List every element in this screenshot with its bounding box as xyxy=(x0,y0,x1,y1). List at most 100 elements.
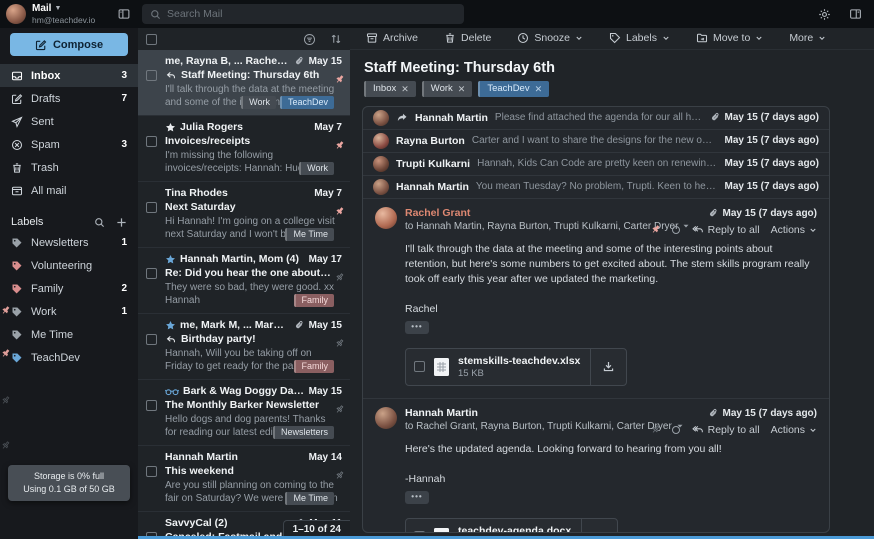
pin-icon[interactable] xyxy=(334,140,345,151)
reading-pane-toggle-icon[interactable] xyxy=(849,8,862,20)
attachment-checkbox[interactable] xyxy=(414,531,425,533)
collapsed-message[interactable]: Hannah MartinPlease find attached the ag… xyxy=(363,107,829,130)
email-checkbox[interactable] xyxy=(146,202,157,213)
download-icon xyxy=(593,530,606,533)
label-chip[interactable]: Newsletters xyxy=(273,426,334,439)
email-row[interactable]: me, Rayna B, ... Rachel G (6)May 15Staff… xyxy=(138,50,350,116)
compose-button[interactable]: Compose xyxy=(10,33,128,56)
sidebar-item-drafts[interactable]: Drafts7 xyxy=(0,87,138,110)
label-chip[interactable]: Work xyxy=(299,162,334,175)
add-label-icon[interactable] xyxy=(116,217,127,228)
drafts-icon xyxy=(11,93,23,105)
label-chip[interactable]: Me Time xyxy=(285,228,334,241)
email-subject: This weekend xyxy=(165,465,342,477)
message-snippet: You mean Tuesday? No problem, Trupti. Ke… xyxy=(476,181,718,192)
pin-icon[interactable] xyxy=(334,404,345,415)
close-icon[interactable]: ✕ xyxy=(535,83,543,95)
email-checkbox[interactable] xyxy=(146,400,157,411)
attachment-checkbox[interactable] xyxy=(414,361,425,372)
label-chip[interactable]: Family xyxy=(294,360,335,373)
show-quoted-text-button[interactable]: ••• xyxy=(405,491,429,504)
sort-icon[interactable] xyxy=(330,33,342,45)
sidebar-label-volunteering[interactable]: Volunteering xyxy=(0,254,138,277)
email-checkbox[interactable] xyxy=(146,466,157,477)
filter-icon[interactable] xyxy=(303,33,316,46)
search-input[interactable] xyxy=(167,8,456,20)
show-quoted-text-button[interactable]: ••• xyxy=(405,321,429,334)
email-checkbox[interactable] xyxy=(146,334,157,345)
pin-icon[interactable] xyxy=(334,338,345,349)
sidebar-item-sent[interactable]: Sent xyxy=(0,110,138,133)
toolbar-archive-button[interactable]: Archive xyxy=(366,32,418,44)
pin-icon[interactable] xyxy=(650,224,661,235)
sidebar-toggle-icon[interactable] xyxy=(118,8,130,20)
email-row[interactable]: Bark & Wag Doggy DaycareMay 15The Monthl… xyxy=(138,380,350,446)
thread-label-chip[interactable]: Work✕ xyxy=(422,81,473,97)
thread-label-chip[interactable]: TeachDev✕ xyxy=(478,81,549,97)
pin-icon[interactable] xyxy=(334,470,345,481)
email-row[interactable]: Hannah Martin, Mom (4)May 17Re: Did you … xyxy=(138,248,350,314)
reply-to-all-button[interactable]: Reply to all xyxy=(691,424,760,436)
toolbar-labels-button[interactable]: Labels xyxy=(609,32,670,44)
sidebar-item-inbox[interactable]: Inbox3 xyxy=(0,64,138,87)
attachment-card[interactable]: teachdev-agenda.docx43 KB xyxy=(405,518,618,533)
tag-icon xyxy=(11,283,23,295)
actions-menu-button[interactable]: Actions xyxy=(771,424,817,436)
sidebar-label-newsletters[interactable]: Newsletters1 xyxy=(0,231,138,254)
reply-to-all-button[interactable]: Reply to all xyxy=(691,224,760,236)
sidebar-label-family[interactable]: Family2 xyxy=(0,277,138,300)
account-avatar xyxy=(6,4,26,24)
label-chip[interactable]: Family xyxy=(294,294,335,307)
select-all-checkbox[interactable] xyxy=(146,34,157,45)
label-chip[interactable]: Work xyxy=(241,96,276,109)
label-chip[interactable]: Me Time xyxy=(285,492,334,505)
email-row[interactable]: Hannah MartinMay 14This weekendAre you s… xyxy=(138,446,350,512)
pin-icon[interactable] xyxy=(334,74,345,85)
settings-gear-icon[interactable] xyxy=(818,8,831,21)
download-button[interactable] xyxy=(590,349,626,385)
recipients-line[interactable]: to Rachel Grant, Rayna Burton, Trupti Ku… xyxy=(405,421,684,432)
pin-icon[interactable] xyxy=(334,272,345,283)
read-status-icon[interactable] xyxy=(672,226,680,234)
collapsed-message[interactable]: Rayna BurtonCarter and I want to share t… xyxy=(363,130,829,153)
paperclip-icon xyxy=(710,112,721,123)
collapsed-message[interactable]: Hannah MartinYou mean Tuesday? No proble… xyxy=(363,176,829,199)
label-search-icon[interactable] xyxy=(94,217,105,228)
close-icon[interactable]: ✕ xyxy=(458,83,466,95)
star-icon[interactable] xyxy=(165,320,176,331)
sidebar-item-spam[interactable]: Spam3 xyxy=(0,133,138,156)
toolbar-move-to-button[interactable]: Move to xyxy=(696,32,763,44)
close-icon[interactable]: ✕ xyxy=(401,83,409,95)
sidebar-label-me-time[interactable]: Me Time xyxy=(0,323,138,346)
recipients-line[interactable]: to Hannah Martin, Rayna Burton, Trupti K… xyxy=(405,221,690,232)
toolbar-delete-button[interactable]: Delete xyxy=(444,32,491,44)
star-icon[interactable] xyxy=(165,122,176,133)
toolbar-more-button[interactable]: More xyxy=(789,32,826,44)
sidebar-item-trash[interactable]: Trash xyxy=(0,156,138,179)
email-checkbox[interactable] xyxy=(146,268,157,279)
search-bar[interactable] xyxy=(142,4,464,24)
label-chip[interactable]: TeachDev xyxy=(280,96,334,109)
account-menu[interactable]: Mail ▼ hm@teachdev.io xyxy=(0,4,138,25)
sidebar-label-work[interactable]: Work1 xyxy=(0,300,138,323)
sender-name[interactable]: Rachel Grant xyxy=(405,207,690,219)
pin-icon[interactable] xyxy=(650,424,661,435)
read-status-icon[interactable] xyxy=(672,426,680,434)
collapsed-message[interactable]: Trupti KulkarniHannah, Kids Can Code are… xyxy=(363,153,829,176)
pin-icon[interactable] xyxy=(334,206,345,217)
email-row[interactable]: me, Mark M, ... Mary G (8)May 15Birthday… xyxy=(138,314,350,380)
email-checkbox[interactable] xyxy=(146,70,157,81)
sidebar-label-teachdev[interactable]: TeachDev xyxy=(0,346,138,369)
email-row[interactable]: Julia RogersMay 7Invoices/receiptsI'm mi… xyxy=(138,116,350,182)
actions-menu-button[interactable]: Actions xyxy=(771,224,817,236)
sent-icon xyxy=(11,116,23,128)
sender-name[interactable]: Hannah Martin xyxy=(405,407,684,419)
email-checkbox[interactable] xyxy=(146,136,157,147)
sidebar-item-all-mail[interactable]: All mail xyxy=(0,179,138,202)
thread-label-chip[interactable]: Inbox✕ xyxy=(364,81,416,97)
download-button[interactable] xyxy=(581,519,617,533)
attachment-card[interactable]: stemskills-teachdev.xlsx15 KB xyxy=(405,348,627,386)
email-row[interactable]: Tina RhodesMay 7Next SaturdayHi Hannah! … xyxy=(138,182,350,248)
toolbar-snooze-button[interactable]: Snooze xyxy=(517,32,583,44)
star-icon[interactable] xyxy=(165,254,176,265)
